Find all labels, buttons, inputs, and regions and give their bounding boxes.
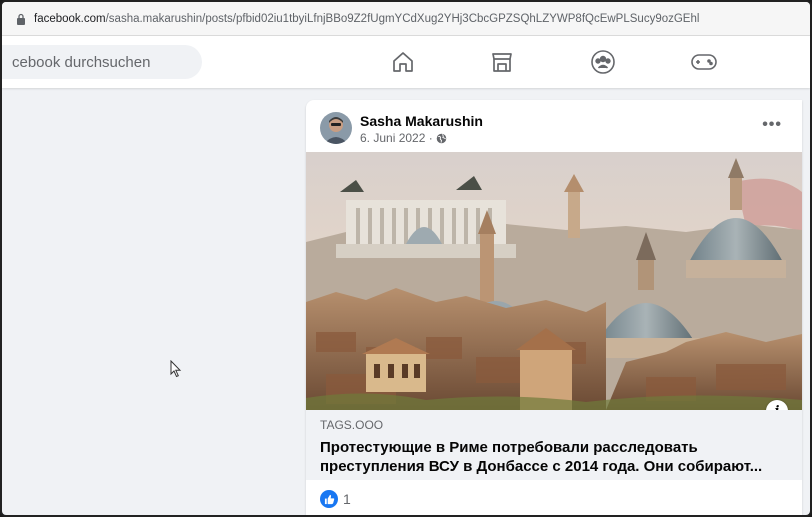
home-icon[interactable] [389,48,417,76]
lock-icon [17,13,25,25]
post-photo[interactable] [306,152,802,410]
reaction-count: 1 [343,491,351,507]
groups-icon[interactable] [589,48,617,76]
post-card: Sasha Makarushin 6. Juni 2022 · ••• TAGS… [306,100,802,515]
marketplace-icon[interactable] [488,48,516,76]
post-date[interactable]: 6. Juni 2022 · [360,131,447,145]
link-headline: Протестующие в Риме потребовали расследо… [320,439,763,475]
link-source: TAGS.OOO [320,418,384,432]
search-input[interactable]: cebook durchsuchen [2,45,202,79]
reactions-summary[interactable]: 1 [320,490,351,508]
address-bar[interactable]: facebook.com/sasha.makarushin/posts/pfbi… [2,2,810,36]
post-options-button[interactable]: ••• [762,116,782,134]
facebook-header: cebook durchsuchen [2,36,810,88]
browser-window: facebook.com/sasha.makarushin/posts/pfbi… [0,0,812,517]
post-author[interactable]: Sasha Makarushin [360,113,483,129]
search-text: cebook durchsuchen [12,53,151,71]
mouse-cursor-icon [170,360,182,378]
url-host: facebook.com [34,12,106,25]
link-preview[interactable]: TAGS.OOO Протестующие в Риме потребовали… [306,410,802,480]
globe-icon [436,133,446,143]
like-icon [320,490,338,508]
gaming-icon[interactable] [690,48,718,76]
post-date-text: 6. Juni 2022 · [360,131,433,145]
avatar[interactable] [320,112,352,144]
url-path: /sasha.makarushin/posts/pfbid02iu1tbyiLf… [105,12,700,25]
